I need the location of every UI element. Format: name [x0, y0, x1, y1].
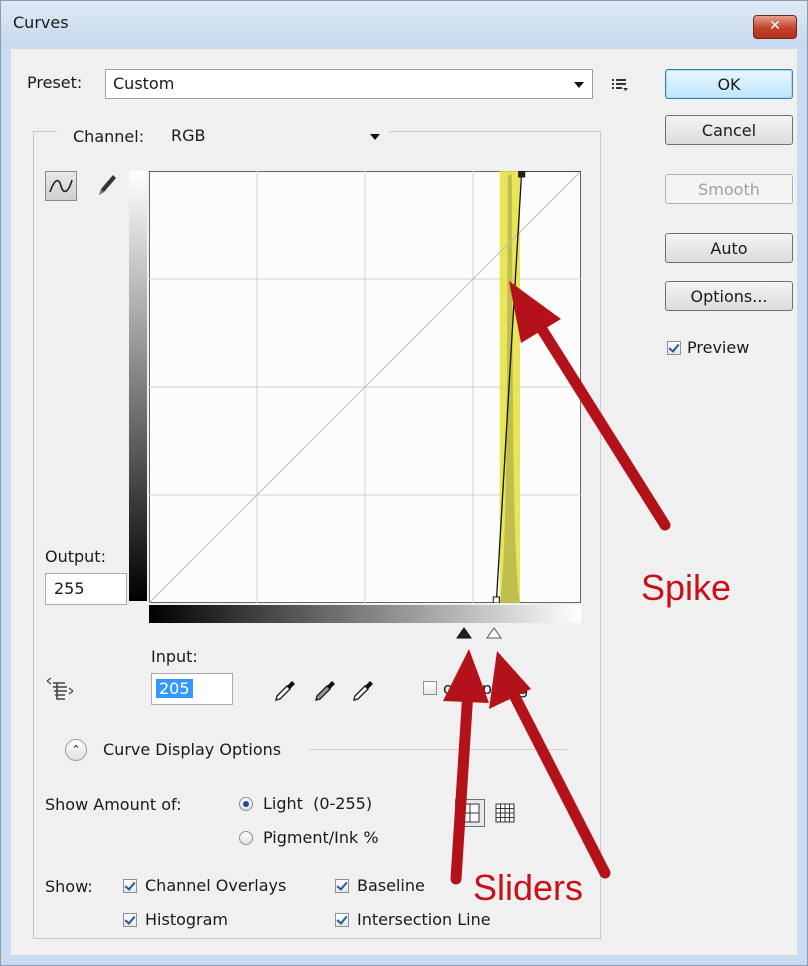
slider-arrowhead-left: [443, 649, 489, 703]
curves-dialog: Curves ✕ Preset: Custom OK Cancel Smooth…: [0, 0, 808, 966]
spike-arrowhead: [509, 281, 561, 343]
slider-arrow-left: [450, 685, 474, 885]
spike-arrow: [527, 309, 671, 531]
slider-arrowhead-right: [489, 651, 531, 709]
slider-arrow-right: [506, 685, 611, 879]
annotation-arrows: [443, 281, 671, 885]
